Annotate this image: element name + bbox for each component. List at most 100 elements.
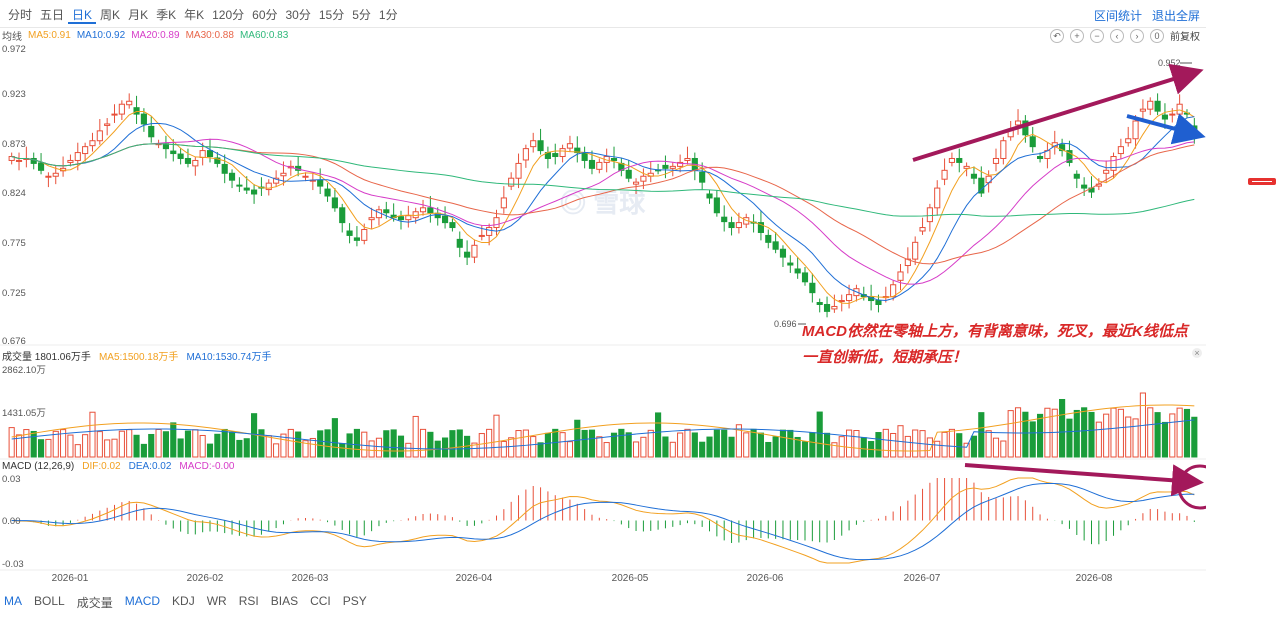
- candle-body: [1161, 114, 1169, 120]
- candle-body: [765, 234, 772, 243]
- macd-dea: DEA:0.02: [128, 461, 172, 472]
- candle-body: [530, 140, 537, 148]
- volume-bar: [243, 438, 250, 458]
- candle-body: [787, 262, 794, 266]
- indicator-tabs: MA BOLL 成交量 MACD KDJ WR RSI BIAS CCI PSY: [4, 594, 367, 611]
- indicator-tab[interactable]: BIAS: [271, 594, 298, 611]
- candle-body: [963, 165, 970, 169]
- volume-bar: [1176, 407, 1183, 458]
- side-tag-icon[interactable]: [1248, 178, 1276, 185]
- candle-body: [1117, 146, 1124, 155]
- indicator-tab[interactable]: 成交量: [77, 594, 113, 611]
- candle-body: [772, 241, 779, 250]
- macd-value: MACD:-0.00: [179, 461, 235, 472]
- candle-body: [37, 162, 45, 171]
- volume-bar: [875, 432, 882, 458]
- candle-body: [456, 238, 463, 248]
- candle-body: [640, 175, 647, 182]
- candle-body: [15, 159, 23, 162]
- volume-bar: [133, 434, 140, 458]
- candle-body: [228, 172, 236, 181]
- candle-body: [831, 305, 838, 310]
- volume-bar: [37, 439, 45, 458]
- volume-axis-top: 2862.10万: [2, 365, 46, 376]
- indicator-tab[interactable]: CCI: [310, 594, 331, 611]
- candle-body: [1132, 120, 1139, 140]
- candle-body: [368, 217, 375, 221]
- candle-body: [515, 162, 522, 179]
- volume-title: 成交量 1801.06万手: [2, 352, 91, 363]
- candle-body: [699, 171, 706, 183]
- volume-bar: [691, 432, 698, 458]
- candle-body: [948, 157, 955, 163]
- dea-line: [11, 482, 1195, 561]
- volume-bar: [721, 429, 728, 458]
- volume-bar: [221, 428, 228, 458]
- indicator-tab[interactable]: KDJ: [172, 594, 195, 611]
- volume-bar: [882, 428, 889, 458]
- candle-body: [1000, 140, 1007, 159]
- volume-bar: [816, 411, 823, 458]
- candle-body: [581, 152, 588, 161]
- volume-bar: [772, 436, 779, 458]
- volume-ma5: MA5:1500.18万手: [98, 352, 179, 363]
- candle-body: [559, 148, 566, 158]
- close-icon[interactable]: ×: [1192, 348, 1202, 358]
- volume-bar: [787, 429, 794, 458]
- candle-body: [941, 169, 948, 180]
- volume-bar: [214, 433, 221, 458]
- volume-bar: [625, 432, 632, 458]
- chart-canvas[interactable]: ◎ 雪球 0.952 0.696: [0, 0, 1206, 590]
- volume-bar: [860, 437, 867, 458]
- volume-bar: [846, 429, 853, 458]
- volume-bar: [331, 418, 338, 458]
- candle-body: [1110, 156, 1117, 171]
- volume-bar: [750, 428, 757, 458]
- candle-body: [735, 222, 742, 229]
- candle-body: [537, 140, 544, 152]
- volume-bar: [390, 429, 397, 458]
- candle-body: [486, 227, 493, 236]
- volume-bar: [537, 442, 544, 458]
- volume-bar: [890, 432, 897, 458]
- volume-bar: [1029, 421, 1036, 458]
- candle-body: [1103, 169, 1110, 174]
- volume-bar: [96, 431, 103, 458]
- volume-bar: [581, 429, 588, 458]
- x-axis-label: 2026-02: [186, 573, 224, 584]
- price-axis-label: 0.972: [2, 44, 26, 55]
- volume-bar: [177, 438, 184, 458]
- volume-bar: [441, 437, 449, 458]
- volume-bar: [1169, 413, 1176, 458]
- volume-bar: [148, 433, 155, 458]
- indicator-tab[interactable]: PSY: [343, 594, 367, 611]
- indicator-tab[interactable]: WR: [207, 594, 227, 611]
- price-axis-label: 0.775: [2, 238, 26, 249]
- candle-body: [875, 300, 882, 305]
- indicator-tab[interactable]: MACD: [125, 594, 160, 611]
- volume-bar: [530, 436, 537, 458]
- candle-body: [588, 159, 596, 169]
- candle-body: [177, 153, 184, 159]
- volume-bar: [544, 432, 551, 458]
- volume-bar: [669, 441, 676, 458]
- volume-bar: [383, 430, 390, 458]
- candle-body: [471, 244, 478, 258]
- candle-body: [838, 300, 845, 303]
- candle-body: [419, 207, 427, 213]
- volume-bar: [1014, 407, 1022, 458]
- candle-body: [82, 146, 89, 155]
- indicator-tab[interactable]: RSI: [239, 594, 259, 611]
- volume-bar: [596, 436, 603, 458]
- x-axis-label: 2026-04: [455, 573, 493, 584]
- volume-bar: [978, 412, 985, 458]
- candle-body: [184, 157, 192, 164]
- indicator-tab[interactable]: BOLL: [34, 594, 65, 611]
- indicator-tab[interactable]: MA: [4, 594, 22, 611]
- volume-bar: [1073, 409, 1080, 458]
- volume-bar: [853, 430, 860, 458]
- candle-body: [566, 143, 574, 149]
- candle-body: [1036, 156, 1044, 159]
- volume-bar: [45, 438, 52, 458]
- candle-body: [324, 188, 331, 197]
